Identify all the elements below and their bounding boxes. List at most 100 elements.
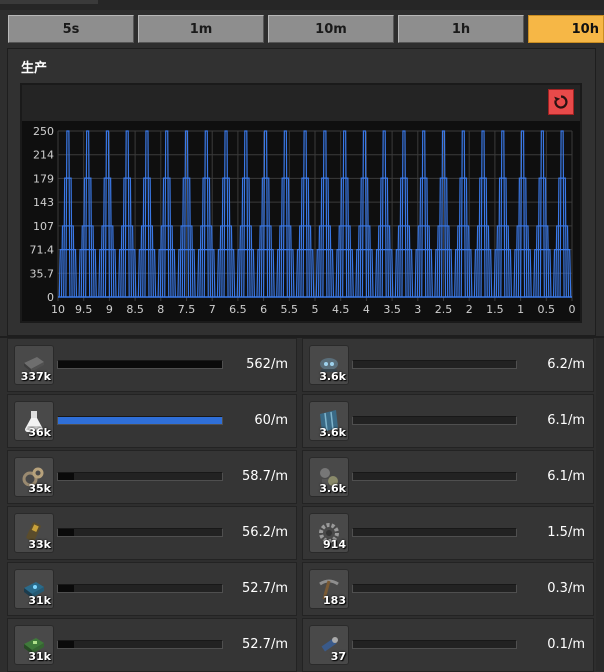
mech-assembly-icon[interactable]: 3.6k [309,457,349,497]
item-row[interactable]: 36k 60/m [7,394,297,448]
item-row[interactable]: 914 1.5/m [302,506,594,560]
robot-drone-icon[interactable]: 3.6k [309,345,349,385]
item-row[interactable]: 183 0.3/m [302,562,594,616]
series-pulse-line [559,130,565,298]
stone-brick-icon[interactable]: 337k [14,345,54,385]
rate-bar [352,584,517,593]
series-pulse-line [458,177,469,298]
wrench-tool-icon[interactable]: 37 [309,625,349,665]
tab-10m[interactable]: 10m [268,15,394,43]
pickaxe-icon[interactable]: 183 [309,569,349,609]
time-range-tabs: 5s 1m 10m 1h 10h [0,12,604,46]
x-tick-label: 0.5 [538,303,556,316]
rate-bar [57,640,223,649]
x-tick-label: 0 [569,303,576,316]
series-pulse-line [144,130,150,298]
series-pulse-line [539,130,545,298]
item-count: 337k [20,370,51,383]
x-tick-label: 1.5 [486,303,504,316]
item-rate: 0.1/m [547,637,585,652]
series-pulse-line [300,177,310,298]
item-row[interactable]: 3.6k 6.2/m [302,338,594,392]
series-pulse-line [201,177,212,298]
x-tick-label: 4.5 [332,303,350,316]
x-tick-label: 6 [260,303,267,316]
series-pulse-line [519,130,526,298]
rate-bar [352,416,517,425]
reset-icon [554,95,568,109]
item-count: 31k [28,650,51,663]
cog-wheel-icon[interactable]: 914 [309,513,349,553]
item-row[interactable]: 337k 562/m [7,338,297,392]
y-tick-label: 179 [33,172,54,185]
item-row[interactable]: 37 0.1/m [302,618,594,672]
item-row[interactable]: 35k 58.7/m [7,450,297,504]
ammo-magazine-icon[interactable]: 33k [14,513,54,553]
item-count: 183 [323,594,346,607]
chart-plot: 25021417914310771.435.7010 9.5 9 8.5 8 7.5 7 6.… [30,125,576,316]
x-tick-label: 5.5 [281,303,299,316]
rate-bar [57,528,223,537]
solar-panel-icon[interactable]: 3.6k [309,401,349,441]
series-pulse-line [460,130,466,298]
series-pulse-line [223,130,229,298]
chart-header [22,85,580,121]
item-count: 3.6k [319,482,346,495]
series-pulse-line [63,177,73,298]
item-count: 3.6k [319,426,346,439]
item-rate: 6.2/m [547,357,585,372]
rate-bar [352,640,517,649]
series-pulse-line [381,130,387,298]
production-panel: 生产 250 214 179 143 107 71.4 35.7 0 10 9.5 9 8.5 8 7.5… [7,48,596,336]
production-chart: 250 214 179 143 107 71.4 35.7 0 10 9.5 9 8.5 8 7.5 7 6.… [20,83,582,323]
series-pulse-line [142,177,152,298]
panel-title: 生产 [21,61,48,76]
tab-10h[interactable]: 10h [528,15,604,43]
gear-chain-icon[interactable]: 35k [14,457,54,497]
series-pulse-line [302,130,308,298]
series-pulse-line [342,130,348,298]
item-rate: 562/m [246,357,288,372]
item-row[interactable]: 31k 52.7/m [7,562,297,616]
series-pulse-line [243,130,249,298]
series-pulse-line [282,130,288,298]
item-row[interactable]: 33k 56.2/m [7,506,297,560]
x-tick-label: 4 [363,303,370,316]
series-pulse-line [537,177,548,298]
item-count: 31k [28,594,51,607]
series-pulse-line [161,177,172,298]
item-count: 36k [28,426,51,439]
item-row[interactable]: 3.6k 6.1/m [302,450,594,504]
series-pulse-line [203,130,209,298]
item-rate: 6.1/m [547,413,585,428]
y-tick-label: 250 [33,125,54,138]
reset-button[interactable] [548,89,574,115]
series-pulse-line [421,130,427,298]
science-flask-icon[interactable]: 36k [14,401,54,441]
series-pulse-line [104,130,111,298]
series-pulse-line [480,130,486,298]
series-pulse-line [280,177,291,298]
item-count: 33k [28,538,51,551]
top-strip [0,0,604,10]
item-row[interactable]: 31k 52.7/m [7,618,297,672]
series-pulse-line [65,130,71,298]
x-tick-label: 2.5 [435,303,453,316]
series-pulse-line [379,177,389,298]
tab-5s[interactable]: 5s [8,15,134,43]
series-pulse-line [82,177,93,298]
scrollbar-track[interactable] [596,338,604,671]
y-tick-label: 35.7 [30,267,55,280]
series-pulse-line [399,177,409,298]
series-pulse-line [320,177,330,298]
blue-chip-icon[interactable]: 31k [14,569,54,609]
x-tick-label: 2 [466,303,473,316]
green-circuit-icon[interactable]: 31k [14,625,54,665]
item-rate: 6.1/m [547,469,585,484]
x-tick-label: 10 [51,303,65,316]
tab-1m[interactable]: 1m [138,15,264,43]
series-pulse-line [517,177,528,298]
item-row[interactable]: 3.6k 6.1/m [302,394,594,448]
series-pulse-line [260,177,271,298]
tab-1h[interactable]: 1h [398,15,524,43]
